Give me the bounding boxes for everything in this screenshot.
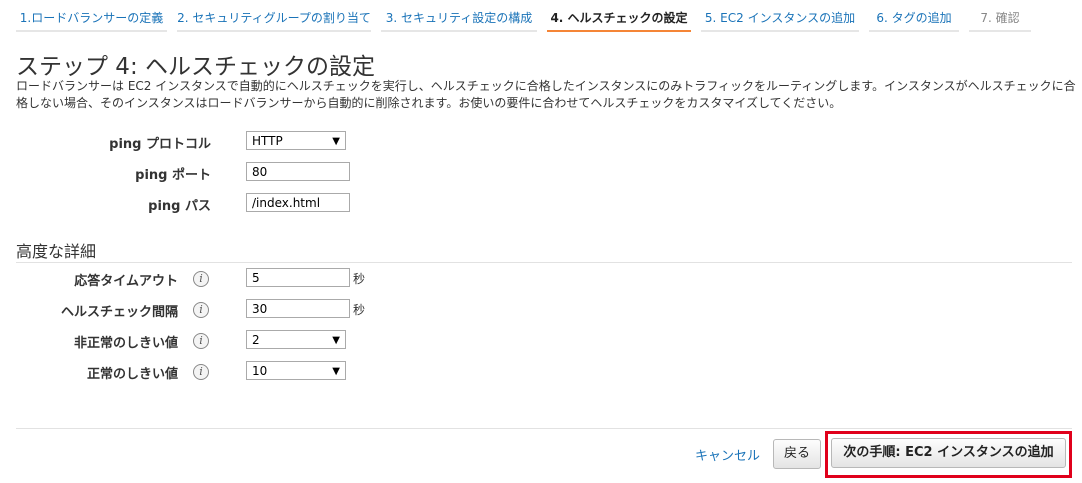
advanced-section-title: 高度な詳細 (16, 242, 97, 261)
page-title: ステップ 4: ヘルスチェックの設定 (16, 54, 376, 80)
ping-protocol-select[interactable]: HTTP ▼ (246, 131, 346, 150)
info-icon[interactable]: i (193, 364, 209, 380)
interval-input[interactable] (246, 299, 350, 318)
page-description: ロードバランサーは EC2 インスタンスで自動的にヘルスチェックを実行し、ヘルス… (16, 79, 1076, 110)
chevron-down-icon: ▼ (332, 366, 340, 377)
chevron-down-icon: ▼ (332, 335, 340, 346)
unhealthy-threshold-value: 2 (252, 333, 260, 347)
ping-protocol-label: ping プロトコル (109, 137, 211, 152)
chevron-down-icon: ▼ (332, 136, 340, 147)
tab-step-1[interactable]: 1.ロードバランサーの定義 (16, 6, 167, 32)
back-button[interactable]: 戻る (773, 439, 821, 469)
ping-port-label: ping ポート (135, 168, 211, 183)
ping-port-input[interactable] (246, 162, 350, 181)
unhealthy-threshold-label: 非正常のしきい値 (73, 336, 178, 351)
ping-protocol-value: HTTP (252, 134, 283, 148)
info-icon[interactable]: i (193, 271, 209, 287)
timeout-unit: 秒 (353, 272, 366, 286)
info-icon[interactable]: i (193, 302, 209, 318)
timeout-input[interactable] (246, 268, 350, 287)
tab-step-4[interactable]: 4. ヘルスチェックの設定 (547, 6, 691, 32)
healthy-threshold-select[interactable]: 10 ▼ (246, 361, 346, 380)
tab-step-6[interactable]: 6. タグの追加 (869, 6, 959, 32)
tab-step-2[interactable]: 2. セキュリティグループの割り当て (177, 6, 371, 32)
interval-unit: 秒 (353, 303, 366, 317)
unhealthy-threshold-select[interactable]: 2 ▼ (246, 330, 346, 349)
section-divider (16, 262, 1072, 263)
tab-step-5[interactable]: 5. EC2 インスタンスの追加 (701, 6, 859, 32)
cancel-link[interactable]: キャンセル (695, 445, 760, 464)
ping-path-label: ping パス (148, 199, 211, 214)
next-step-button[interactable]: 次の手順: EC2 インスタンスの追加 (831, 438, 1066, 468)
healthy-threshold-value: 10 (252, 364, 268, 378)
info-icon[interactable]: i (193, 333, 209, 349)
interval-label: ヘルスチェック間隔 (60, 305, 178, 320)
tab-step-3[interactable]: 3. セキュリティ設定の構成 (381, 6, 537, 32)
footer-divider (16, 428, 1072, 429)
healthy-threshold-label: 正常のしきい値 (86, 367, 178, 382)
tab-step-7: 7. 確認 (969, 6, 1031, 32)
timeout-label: 応答タイムアウト (74, 274, 178, 289)
ping-path-input[interactable] (246, 193, 350, 212)
